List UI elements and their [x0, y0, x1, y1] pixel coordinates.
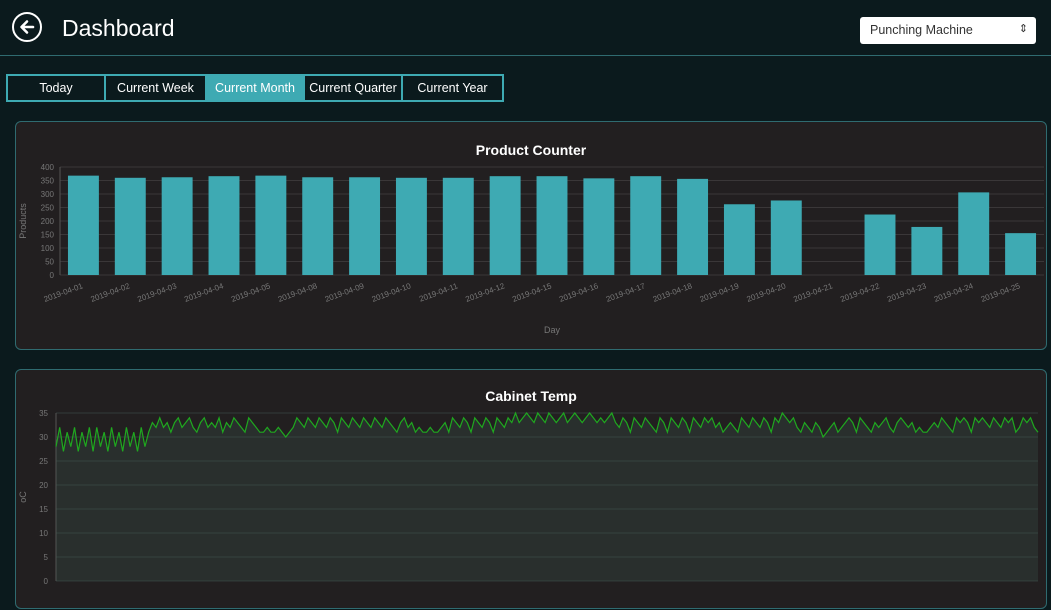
x-tick-label: 2019-04-15	[511, 281, 553, 304]
x-tick-label: 2019-04-10	[371, 281, 413, 304]
cabinet-temp-card: Cabinet Temp 0 5 10 15 20 25 30 35 oC	[15, 369, 1047, 609]
bar[interactable]	[864, 214, 896, 275]
y-axis-title: oC	[18, 491, 28, 503]
y-tick-label: 250	[41, 204, 55, 213]
bar[interactable]	[349, 177, 381, 275]
bar[interactable]	[770, 200, 802, 275]
select-arrows-icon: ⇕	[1018, 23, 1028, 35]
x-tick-label: 2019-04-17	[605, 281, 647, 304]
y-tick-label: 50	[45, 258, 54, 267]
x-tick-label: 2019-04-21	[792, 281, 834, 304]
y-tick-label: 100	[41, 244, 55, 253]
bar[interactable]	[442, 177, 474, 275]
bar[interactable]	[255, 175, 287, 275]
bar[interactable]	[630, 176, 662, 275]
x-tick-label: 2019-04-01	[43, 281, 85, 304]
tab-current-week[interactable]: Current Week	[106, 76, 207, 100]
y-tick-label: 0	[50, 271, 55, 280]
y-tick-label: 350	[41, 177, 55, 186]
y-tick-label: 25	[39, 457, 48, 466]
tab-current-quarter[interactable]: Current Quarter	[305, 76, 403, 100]
x-tick-label: 2019-04-25	[980, 281, 1022, 304]
x-tick-label: 2019-04-05	[230, 281, 272, 304]
tab-current-month[interactable]: Current Month	[207, 76, 305, 100]
x-axis-title: Day	[544, 325, 561, 335]
bar[interactable]	[723, 204, 755, 275]
bar[interactable]	[395, 177, 427, 275]
page-title: Dashboard	[62, 15, 175, 41]
bar[interactable]	[208, 176, 240, 275]
bar[interactable]	[161, 177, 193, 275]
y-tick-label: 30	[39, 433, 48, 442]
y-tick-label: 20	[39, 481, 48, 490]
x-tick-label: 2019-04-03	[136, 281, 178, 304]
product-counter-card: Product Counter 0 50 100 150 200 250 300 350 400…	[15, 121, 1047, 350]
y-tick-label: 150	[41, 231, 55, 240]
x-tick-label: 2019-04-22	[839, 281, 881, 304]
x-tick-label: 2019-04-18	[652, 281, 694, 304]
y-axis-title: Products	[18, 203, 28, 239]
bar[interactable]	[958, 192, 990, 275]
back-button[interactable]	[12, 12, 42, 42]
x-tick-label: 2019-04-16	[558, 281, 600, 304]
product-counter-chart: 0501001502002503003504002019-04-01 2019-0…	[18, 163, 1044, 335]
x-tick-label: 2019-04-24	[933, 281, 975, 304]
x-tick-label: 2019-04-11	[418, 281, 459, 303]
y-tick-label: 35	[39, 409, 48, 418]
x-tick-label: 2019-04-23	[886, 281, 928, 304]
machine-select[interactable]: Punching Machine ⇕	[860, 17, 1036, 44]
machine-select-value: Punching Machine	[870, 23, 973, 37]
y-tick-label: 15	[39, 505, 48, 514]
x-tick-label: 2019-04-12	[464, 281, 506, 304]
y-tick-label: 400	[41, 163, 55, 172]
x-tick-label: 2019-04-09	[324, 281, 366, 304]
bar[interactable]	[1005, 233, 1037, 275]
y-tick-label: 300	[41, 190, 55, 199]
x-tick-label: 2019-04-08	[277, 281, 319, 304]
cabinet-temp-chart: 05101520253035oC	[18, 409, 1039, 586]
bar[interactable]	[114, 177, 146, 275]
temp-area-fill	[56, 413, 1038, 581]
y-tick-label: 5	[44, 553, 49, 562]
bar[interactable]	[302, 177, 334, 275]
bar[interactable]	[583, 178, 615, 275]
x-tick-label: 2019-04-04	[183, 281, 225, 304]
bar[interactable]	[489, 176, 521, 275]
x-tick-label: 2019-04-02	[89, 281, 131, 304]
bar[interactable]	[911, 226, 943, 275]
x-tick-label: 2019-04-20	[745, 281, 787, 304]
time-range-tabs: Today Current Week Current Month Current…	[6, 74, 504, 102]
tab-current-year[interactable]: Current Year	[403, 76, 502, 100]
header-bar: Dashboard Punching Machine ⇕	[0, 0, 1051, 56]
bar[interactable]	[67, 175, 99, 275]
y-tick-label: 10	[39, 529, 48, 538]
tab-today[interactable]: Today	[8, 76, 106, 100]
arrow-left-icon	[20, 20, 35, 34]
bar[interactable]	[677, 178, 709, 275]
x-tick-label: 2019-04-19	[699, 281, 741, 304]
y-tick-label: 200	[41, 217, 55, 226]
bar[interactable]	[536, 176, 568, 275]
